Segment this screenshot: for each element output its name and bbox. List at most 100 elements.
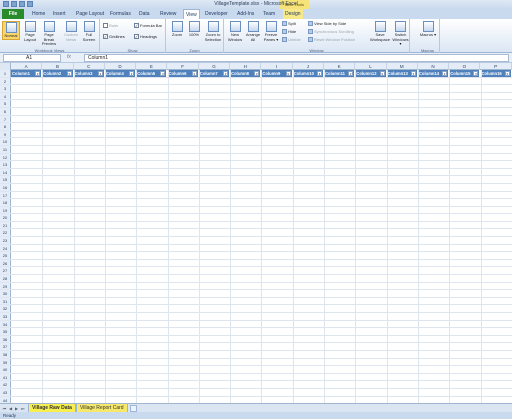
page-layout-view-button[interactable]: Page Layout bbox=[21, 21, 39, 42]
table-row[interactable]: 31 bbox=[0, 297, 512, 306]
formula-bar-checkbox[interactable]: ✓ Formula Bar bbox=[134, 23, 162, 28]
row-header[interactable]: 16 bbox=[0, 183, 11, 191]
next-sheet-icon[interactable]: ▶ bbox=[14, 406, 19, 411]
column-header[interactable]: G bbox=[199, 63, 231, 70]
last-sheet-icon[interactable]: ⏭ bbox=[20, 406, 25, 411]
row-header[interactable]: 4 bbox=[0, 92, 11, 100]
unhide-button[interactable]: Unhide bbox=[282, 37, 301, 42]
table-row[interactable]: 11 bbox=[0, 145, 512, 154]
table-header-cell[interactable]: Column5 ▾ bbox=[136, 70, 168, 77]
table-row[interactable]: 1 Column1 ▾ Column2 ▾ Column3 ▾ Column4 ▾ Column5… bbox=[0, 70, 512, 78]
row-header[interactable]: 43 bbox=[0, 388, 11, 396]
row-header[interactable]: 12 bbox=[0, 153, 11, 161]
column-header[interactable]: A bbox=[11, 63, 43, 70]
prev-sheet-icon[interactable]: ◀ bbox=[8, 406, 13, 411]
row-header[interactable]: 42 bbox=[0, 381, 11, 388]
row-header[interactable]: 3 bbox=[0, 85, 11, 92]
row-header[interactable]: 26 bbox=[0, 259, 11, 267]
full-screen-button[interactable]: Full Screen bbox=[80, 21, 98, 42]
row-header[interactable]: 37 bbox=[0, 343, 11, 350]
table-header-cell[interactable]: Column3 ▾ bbox=[73, 70, 105, 77]
table-header-cell[interactable]: Column16 ▾ bbox=[480, 70, 512, 77]
column-header[interactable]: N bbox=[418, 63, 450, 70]
filter-dropdown-icon[interactable]: ▾ bbox=[191, 71, 197, 76]
freeze-panes-button[interactable]: Freeze Panes ▾ bbox=[262, 21, 280, 42]
row-header[interactable]: 17 bbox=[0, 191, 11, 199]
filter-dropdown-icon[interactable]: ▾ bbox=[442, 71, 448, 76]
column-header[interactable]: D bbox=[105, 63, 137, 70]
table-header-cell[interactable]: Column10 ▾ bbox=[292, 70, 324, 77]
table-header-cell[interactable]: Column14 ▾ bbox=[417, 70, 450, 77]
table-row[interactable]: 9 bbox=[0, 130, 512, 139]
table-row[interactable]: 43 bbox=[0, 388, 512, 397]
table-header-cell[interactable]: Column12 ▾ bbox=[355, 70, 387, 77]
table-row[interactable]: 18 bbox=[0, 199, 512, 207]
column-header[interactable]: L bbox=[355, 63, 387, 70]
table-header-cell[interactable]: Column15 ▾ bbox=[449, 70, 481, 77]
row-header[interactable]: 39 bbox=[0, 358, 11, 366]
row-header[interactable]: 36 bbox=[0, 335, 11, 343]
synchronous-scrolling-button[interactable]: Synchronous Scrolling bbox=[308, 29, 354, 34]
row-header[interactable]: 15 bbox=[0, 176, 11, 183]
table-row[interactable]: 24 bbox=[0, 244, 512, 253]
new-window-button[interactable]: New Window bbox=[226, 21, 244, 42]
table-row[interactable]: 3 bbox=[0, 85, 512, 93]
table-row[interactable]: 14 bbox=[0, 168, 512, 177]
table-row[interactable]: 8 bbox=[0, 123, 512, 131]
first-sheet-icon[interactable]: ⏮ bbox=[2, 406, 7, 411]
column-header[interactable]: J bbox=[293, 63, 324, 70]
tab-file[interactable]: File bbox=[2, 9, 24, 19]
row-header[interactable]: 41 bbox=[0, 373, 11, 381]
normal-view-button[interactable]: Normal bbox=[2, 21, 20, 40]
table-row[interactable]: 39 bbox=[0, 358, 512, 367]
row-header[interactable]: 27 bbox=[0, 267, 11, 275]
table-header-cell[interactable]: Column6 ▾ bbox=[167, 70, 199, 77]
gridlines-checkbox[interactable]: ✓ Gridlines bbox=[103, 34, 125, 39]
name-box[interactable]: A1 bbox=[3, 54, 61, 62]
table-row[interactable]: 10 bbox=[0, 138, 512, 146]
column-header[interactable]: H bbox=[230, 63, 262, 70]
table-row[interactable]: 28 bbox=[0, 275, 512, 283]
page-break-preview-button[interactable]: Page Break Preview bbox=[40, 21, 58, 47]
split-button[interactable]: Split bbox=[282, 21, 296, 26]
table-row[interactable]: 38 bbox=[0, 350, 512, 359]
row-header[interactable]: 19 bbox=[0, 206, 11, 214]
row-header[interactable]: 10 bbox=[0, 138, 11, 145]
reset-window-position-button[interactable]: Reset Window Position bbox=[308, 37, 355, 42]
row-header[interactable]: 21 bbox=[0, 221, 11, 229]
row-header[interactable]: 30 bbox=[0, 290, 11, 297]
column-header[interactable]: M bbox=[387, 63, 418, 70]
row-header[interactable]: 31 bbox=[0, 297, 11, 305]
column-header[interactable]: C bbox=[74, 63, 105, 70]
row-header[interactable]: 8 bbox=[0, 123, 11, 130]
table-row[interactable]: 15 bbox=[0, 176, 512, 184]
table-row[interactable]: 19 bbox=[0, 206, 512, 215]
row-header[interactable]: 18 bbox=[0, 199, 11, 206]
table-row[interactable]: 23 bbox=[0, 237, 512, 245]
table-header-cell[interactable]: Column9 ▾ bbox=[261, 70, 293, 77]
filter-dropdown-icon[interactable]: ▾ bbox=[66, 71, 72, 76]
table-row[interactable]: 27 bbox=[0, 267, 512, 276]
table-row[interactable]: 33 bbox=[0, 313, 512, 321]
custom-views-button[interactable]: Custom Views bbox=[62, 21, 80, 42]
row-header[interactable]: 35 bbox=[0, 328, 11, 335]
filter-dropdown-icon[interactable]: ▾ bbox=[504, 71, 510, 76]
table-row[interactable]: 42 bbox=[0, 381, 512, 389]
tab-page-layout[interactable]: Page Layout bbox=[74, 9, 106, 19]
tab-add-ins[interactable]: Add-Ins bbox=[235, 9, 256, 19]
table-row[interactable]: 29 bbox=[0, 282, 512, 291]
row-header[interactable]: 33 bbox=[0, 313, 11, 320]
table-row[interactable]: 36 bbox=[0, 335, 512, 344]
hide-button[interactable]: Hide bbox=[282, 29, 296, 34]
row-header[interactable]: 7 bbox=[0, 115, 11, 123]
row-header[interactable]: 25 bbox=[0, 252, 11, 259]
zoom-to-selection-button[interactable]: Zoom to Selection bbox=[203, 21, 223, 42]
filter-dropdown-icon[interactable]: ▾ bbox=[254, 71, 260, 76]
column-header[interactable]: K bbox=[324, 63, 356, 70]
column-header[interactable]: F bbox=[168, 63, 199, 70]
headings-checkbox[interactable]: ✓ Headings bbox=[134, 34, 157, 39]
filter-dropdown-icon[interactable]: ▾ bbox=[348, 71, 354, 76]
table-header-cell[interactable]: Column1 ▾ bbox=[11, 70, 43, 77]
table-row[interactable]: 40 bbox=[0, 366, 512, 374]
filter-dropdown-icon[interactable]: ▾ bbox=[473, 71, 479, 76]
